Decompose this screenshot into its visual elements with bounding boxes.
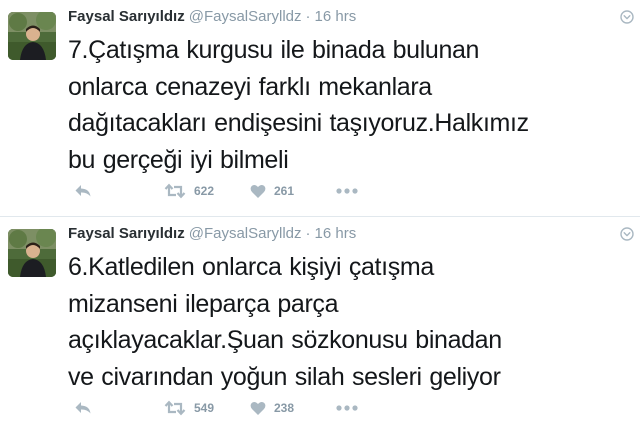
more-button[interactable] bbox=[336, 397, 358, 419]
chevron-down-icon[interactable] bbox=[620, 10, 634, 24]
reply-icon bbox=[74, 400, 92, 416]
tweet-text: 6.Katledilen onlarca kişiyi çatışma miza… bbox=[68, 253, 502, 391]
retweet-button[interactable]: 549 bbox=[164, 397, 214, 419]
like-count: 261 bbox=[274, 184, 295, 198]
reply-button[interactable] bbox=[74, 180, 92, 202]
tweet-text: 7.Çatışma kurgusu ile binada bulunan onl… bbox=[68, 36, 529, 174]
like-button[interactable]: 238 bbox=[250, 397, 294, 419]
chevron-down-icon[interactable] bbox=[620, 227, 634, 241]
username[interactable]: @FaysalSarylldz bbox=[189, 225, 302, 242]
reply-icon bbox=[74, 183, 92, 199]
avatar[interactable] bbox=[8, 12, 56, 60]
tweet-header: Faysal Sarıyıldız @FaysalSarylldz · 16 hrs bbox=[68, 7, 356, 27]
tweet: Faysal Sarıyıldız @FaysalSarylldz · 16 hrs … bbox=[0, 0, 640, 216]
more-dots-icon bbox=[336, 187, 358, 195]
tweet-header: Faysal Sarıyıldız @FaysalSarylldz · 16 hrs bbox=[68, 224, 356, 244]
retweet-count: 549 bbox=[194, 401, 215, 415]
reply-button[interactable] bbox=[74, 397, 92, 419]
retweet-icon bbox=[164, 400, 186, 416]
timestamp[interactable]: 16 hrs bbox=[315, 8, 357, 25]
more-dots-icon bbox=[336, 404, 358, 412]
like-count: 238 bbox=[274, 401, 295, 415]
tweet: Faysal Sarıyıldız @FaysalSarylldz · 16 hrs … bbox=[0, 217, 640, 433]
display-name[interactable]: Faysal Sarıyıldız bbox=[68, 225, 185, 242]
retweet-button[interactable]: 622 bbox=[164, 180, 214, 202]
tweet-actions: 549 238 bbox=[68, 397, 488, 419]
retweet-icon bbox=[164, 183, 186, 199]
tweet-actions: 622 261 bbox=[68, 180, 488, 202]
more-button[interactable] bbox=[336, 180, 358, 202]
timestamp[interactable]: 16 hrs bbox=[315, 225, 357, 242]
retweet-count: 622 bbox=[194, 184, 215, 198]
avatar[interactable] bbox=[8, 229, 56, 277]
separator: · bbox=[305, 8, 311, 25]
display-name[interactable]: Faysal Sarıyıldız bbox=[68, 8, 185, 25]
like-button[interactable]: 261 bbox=[250, 180, 294, 202]
heart-icon bbox=[250, 184, 266, 199]
username[interactable]: @FaysalSarylldz bbox=[189, 8, 302, 25]
heart-icon bbox=[250, 401, 266, 416]
separator: · bbox=[305, 225, 311, 242]
